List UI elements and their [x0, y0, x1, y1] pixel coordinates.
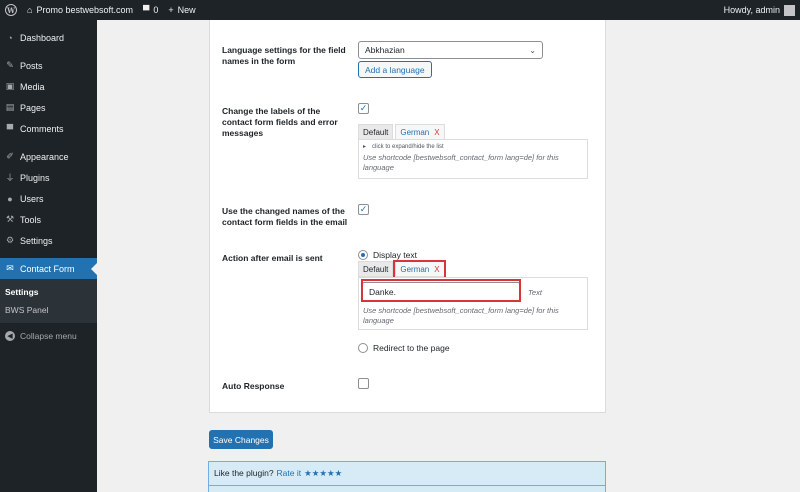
- sidebar-item-tools[interactable]: ⚒ Tools: [0, 209, 97, 230]
- triangle-right-icon: ▸: [363, 144, 367, 150]
- sidebar-item-users[interactable]: ● Users: [0, 188, 97, 209]
- chevron-down-icon: ⌄: [529, 45, 536, 55]
- collapse-arrow-icon: ◀: [5, 331, 15, 341]
- text-input-highlight: [361, 279, 521, 302]
- rate-line: Like the plugin? Rate it ★★★★★: [209, 462, 605, 485]
- sidebar-item-posts[interactable]: ✎ Posts: [0, 55, 97, 76]
- pin-icon: ✎: [6, 60, 14, 70]
- checkmark-icon: ✓: [359, 204, 368, 214]
- checkmark-icon: ✓: [359, 103, 368, 113]
- divider: [209, 485, 605, 486]
- rating-stars-icon[interactable]: ★★★★★: [304, 468, 342, 479]
- site-name: Promo bestwebsoft.com: [36, 5, 133, 15]
- sidebar-item-contact-form[interactable]: ✉ Contact Form: [0, 258, 97, 279]
- sidebar-item-label: Tools: [20, 214, 42, 225]
- sidebar-item-media[interactable]: ▣ Media: [0, 76, 97, 97]
- brush-icon: ✐: [6, 151, 14, 161]
- media-icon: ▣: [5, 81, 15, 91]
- mail-icon: ✉: [6, 263, 14, 273]
- display-text-label: Display text: [373, 250, 417, 260]
- tab-default[interactable]: Default: [358, 124, 394, 140]
- tab-default[interactable]: Default: [358, 261, 394, 277]
- language-select[interactable]: Abkhazian ⌄: [358, 41, 543, 59]
- sidebar-item-appearance[interactable]: ✐ Appearance: [0, 146, 97, 167]
- rate-prompt: Like the plugin?: [214, 468, 274, 478]
- collapse-menu-label: Collapse menu: [20, 331, 77, 341]
- submenu-item-bws-panel[interactable]: BWS Panel: [0, 301, 97, 319]
- wp-logo-menu[interactable]: W: [0, 0, 22, 20]
- change-labels-checkbox[interactable]: ✓: [358, 103, 369, 114]
- sidebar-item-label: Comments: [20, 123, 64, 134]
- text-hint: Text: [528, 288, 542, 297]
- pages-icon: ▤: [5, 102, 15, 112]
- shortcode-note: Use shortcode [bestwebsoft_contact_form …: [363, 306, 559, 325]
- sidebar-item-label: Media: [20, 81, 45, 92]
- language-tabs: Default German X: [358, 124, 445, 140]
- display-text-radio[interactable]: [358, 250, 368, 260]
- submenu-item-settings[interactable]: Settings: [0, 283, 97, 301]
- action-after-email-label: Action after email is sent: [222, 253, 323, 263]
- comment-bubble-icon: ▀: [142, 5, 150, 15]
- sidebar-item-label: Pages: [20, 102, 46, 113]
- language-select-value: Abkhazian: [365, 45, 405, 55]
- new-content-link[interactable]: + New: [163, 0, 200, 20]
- redirect-label: Redirect to the page: [373, 343, 450, 353]
- sidebar-item-label: Plugins: [20, 172, 50, 183]
- language-settings-label: Language settings for the field names in…: [222, 45, 346, 66]
- avatar: [784, 4, 795, 16]
- plug-icon: ⏚: [5, 173, 15, 183]
- tab-german[interactable]: German X: [395, 124, 445, 140]
- expand-toggle[interactable]: ▸ click to expand/hide the list: [359, 140, 587, 153]
- redirect-radio[interactable]: [358, 343, 368, 353]
- change-labels-label: Change the labels of the contact form fi…: [222, 106, 338, 138]
- use-changed-names-label: Use the changed names of the contact for…: [222, 206, 348, 227]
- use-changed-names-checkbox[interactable]: ✓: [358, 204, 369, 215]
- wrench-icon: ⚒: [5, 214, 15, 224]
- labels-box: ▸ click to expand/hide the list Use shor…: [358, 139, 588, 179]
- home-icon: ⌂: [27, 5, 33, 15]
- tab-german-label: German: [400, 127, 430, 137]
- expand-hint: click to expand/hide the list: [372, 143, 444, 150]
- howdy-text: Howdy, admin: [723, 5, 780, 15]
- comments-count: 0: [153, 5, 159, 15]
- admin-bar: W ⌂ Promo bestwebsoft.com ▀ 0 + New Howd…: [0, 0, 800, 20]
- settings-icon: ⚙: [5, 235, 15, 245]
- contact-form-submenu: Settings BWS Panel: [0, 279, 97, 323]
- save-changes-button[interactable]: Save Changes: [209, 430, 273, 449]
- sidebar-item-label: Contact Form: [20, 263, 75, 274]
- new-label: New: [177, 5, 196, 15]
- sidebar-item-label: Users: [20, 193, 44, 204]
- sidebar-item-label: Posts: [20, 60, 43, 71]
- sidebar-item-plugins[interactable]: ⏚ Plugins: [0, 167, 97, 188]
- sidebar-item-settings[interactable]: ⚙ Settings: [0, 230, 97, 251]
- users-icon: ●: [7, 193, 13, 204]
- comment-icon: ▀: [6, 123, 14, 134]
- comments-link[interactable]: ▀ 0: [138, 0, 163, 20]
- sidebar-item-pages[interactable]: ▤ Pages: [0, 97, 97, 118]
- admin-sidebar: ◔ Dashboard ✎ Posts ▣ Media ▤ Pages ▀ Co…: [0, 20, 97, 492]
- add-language-button[interactable]: Add a language: [358, 61, 432, 78]
- wordpress-logo-icon: W: [5, 4, 17, 16]
- settings-panel: Language settings for the field names in…: [209, 20, 606, 413]
- plus-icon: +: [168, 5, 174, 15]
- sidebar-item-dashboard[interactable]: ◔ Dashboard: [0, 27, 97, 48]
- tab-default-label: Default: [363, 127, 389, 137]
- dashboard-icon: ◔: [7, 32, 13, 43]
- collapse-menu-button[interactable]: ◀ Collapse menu: [0, 323, 97, 349]
- shortcode-note: Use shortcode [bestwebsoft_contact_form …: [363, 153, 559, 172]
- sidebar-item-label: Settings: [20, 235, 53, 246]
- sidebar-item-label: Appearance: [20, 151, 69, 162]
- sidebar-item-comments[interactable]: ▀ Comments: [0, 118, 97, 139]
- auto-response-label: Auto Response: [222, 381, 285, 391]
- rate-plugin-box: Like the plugin? Rate it ★★★★★: [208, 461, 606, 492]
- site-name-link[interactable]: ⌂ Promo bestwebsoft.com: [22, 0, 138, 20]
- rate-it-link[interactable]: Rate it: [277, 468, 302, 479]
- my-account-link[interactable]: Howdy, admin: [719, 0, 800, 20]
- tab-german-close[interactable]: X: [434, 128, 439, 137]
- tab-default-label: Default: [363, 264, 389, 274]
- auto-response-checkbox[interactable]: [358, 378, 369, 389]
- sidebar-item-label: Dashboard: [20, 32, 65, 43]
